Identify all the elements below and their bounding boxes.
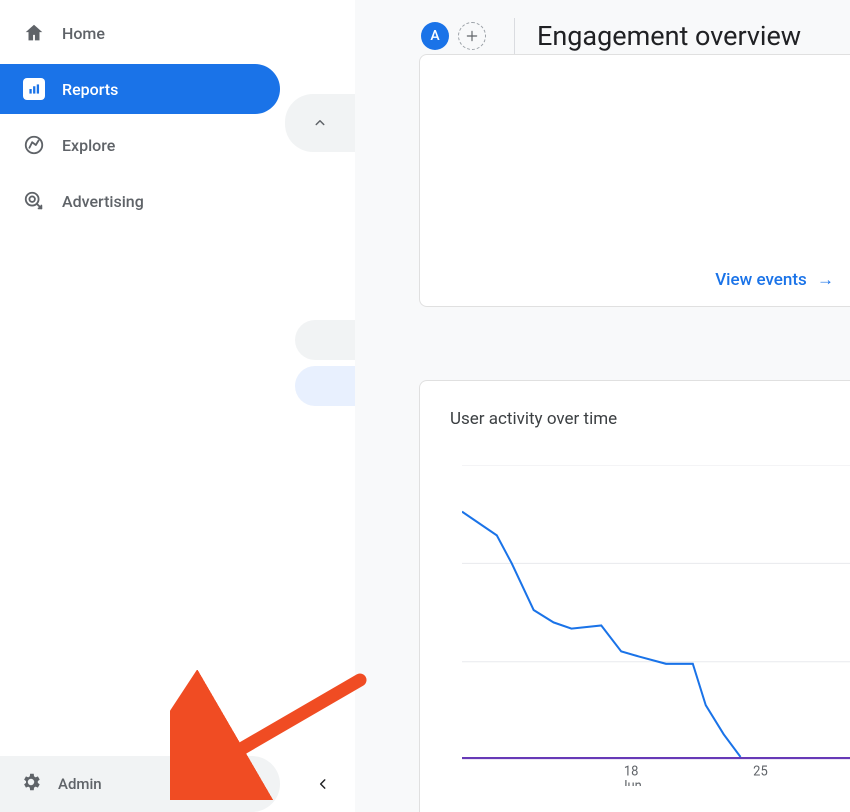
collapse-nav-button[interactable] (303, 764, 343, 804)
nav-reports[interactable]: Reports (0, 64, 280, 114)
card-title: User activity over time (420, 381, 850, 429)
page-title: Engagement overview (537, 20, 801, 52)
arrow-right-icon: → (817, 270, 834, 290)
sidebar: Home Reports Explore Advertising (0, 0, 285, 812)
nav-reports-label: Reports (62, 80, 118, 99)
add-segment-button[interactable] (458, 22, 486, 50)
chevron-up-toggle[interactable] (285, 94, 355, 152)
nav-advertising[interactable]: Advertising (0, 176, 280, 226)
x-tick: 18 (624, 764, 639, 779)
x-tick: 25 (753, 764, 768, 779)
nav-home[interactable]: Home (0, 8, 280, 58)
plus-icon (465, 29, 479, 43)
nav-explore[interactable]: Explore (0, 120, 280, 170)
reports-icon (22, 77, 46, 101)
secondary-nav-item-active[interactable] (295, 366, 355, 406)
secondary-nav-item[interactable] (295, 320, 355, 360)
secondary-nav-items (295, 320, 355, 412)
view-events-label: View events (715, 270, 807, 290)
avatar[interactable]: A (421, 22, 449, 50)
divider (514, 18, 515, 54)
main-content: A Engagement overview View events → User… (355, 0, 850, 812)
chevron-up-icon (311, 114, 329, 132)
x-month: Jun (620, 779, 641, 786)
user-activity-card: User activity over time 18 25 Jun (419, 380, 850, 812)
secondary-nav (285, 0, 355, 812)
chevron-left-icon (316, 777, 330, 791)
events-card: View events → (419, 54, 850, 307)
view-events-link[interactable]: View events → (715, 270, 834, 290)
home-icon (22, 21, 46, 45)
nav-admin-label: Admin (58, 775, 102, 793)
advertising-icon (22, 189, 46, 213)
gear-icon (20, 771, 42, 797)
nav-advertising-label: Advertising (62, 192, 144, 211)
nav-home-label: Home (62, 24, 105, 43)
nav-admin[interactable]: Admin (0, 756, 280, 812)
user-activity-chart: 18 25 Jun (462, 465, 850, 786)
nav-explore-label: Explore (62, 136, 115, 155)
explore-icon (22, 133, 46, 157)
